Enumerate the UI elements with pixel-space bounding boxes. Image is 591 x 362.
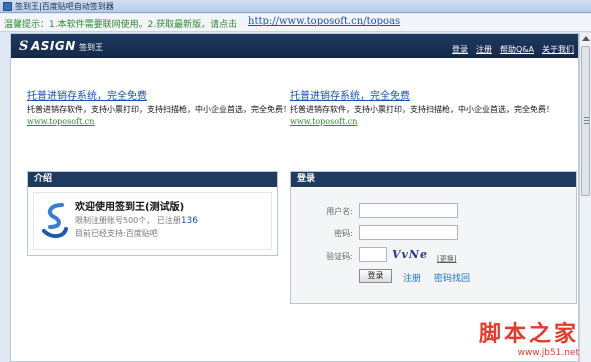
site-watermark: 脚本之家 www.jb51.net (479, 316, 579, 358)
app-icon (3, 2, 12, 11)
nav-register[interactable]: 注册 (476, 44, 492, 55)
site-header: S ASIGN 签到王 登录 注册 帮助Q&A 关于我们 (11, 34, 578, 58)
ad-title[interactable]: 托普进销存系统，完全免费 (27, 87, 287, 102)
username-input[interactable] (359, 203, 458, 218)
vertical-scrollbar[interactable] (579, 33, 591, 362)
grip-line (584, 123, 589, 124)
password-input[interactable] (359, 225, 458, 240)
main-content: S ASIGN 签到王 登录 注册 帮助Q&A 关于我们 托普进销存系统，完全免… (10, 33, 579, 362)
scrollbar-thumb[interactable] (581, 46, 590, 196)
nav-help[interactable]: 帮助Q&A (500, 44, 534, 55)
logo-swirl-icon (42, 203, 68, 238)
login-button[interactable]: 登录 (359, 269, 392, 283)
intro-panel: 介绍 欢迎使用签到王(测试版) 限制注册账号500个， 已注册136 目前已经支… (27, 171, 278, 256)
support-text: 目前已经支持:百度贴吧 (75, 229, 158, 238)
nav-about[interactable]: 关于我们 (542, 44, 574, 55)
username-label: 用户名: (326, 207, 353, 216)
watermark-title: 脚本之家 (478, 321, 579, 347)
captcha-label: 验证码: (326, 252, 353, 261)
login-panel: 登录 用户名: 密码: 验证码: VvNe [更换] 登录 注册 密码找回 (290, 171, 577, 304)
ad-block-left[interactable]: 托普进销存系统，完全免费 托普进销存软件，支持小票打印，支持扫描枪，中小企业首选… (27, 87, 291, 126)
captcha-image: VvNe (392, 248, 428, 261)
ad-url[interactable]: www.toposoft.cn (27, 117, 287, 126)
registered-count: 136 (180, 216, 199, 226)
grip-line (584, 120, 589, 121)
window-title: 签到王|百度贴吧自动签到器 (15, 2, 114, 11)
ad-description: 托普进销存软件，支持小票打印，支持扫描枪，中小企业首选，完全免费！ (27, 105, 291, 114)
nav-login[interactable]: 登录 (452, 44, 468, 55)
ad-description: 托普进销存软件，支持小票打印，支持扫描枪，中小企业首选，完全免费！ (290, 105, 554, 114)
register-link[interactable]: 注册 (403, 271, 421, 284)
notice-bar: 温馨提示：1.本软件需要联网使用。2.获取最新版，请点击 http://www.… (0, 14, 591, 32)
login-form: 用户名: 密码: 验证码: VvNe [更换] 登录 注册 密码找回 (291, 188, 576, 303)
captcha-input[interactable] (359, 247, 387, 262)
intro-panel-title: 介绍 (28, 172, 277, 187)
scroll-up-arrow-icon[interactable] (582, 36, 590, 41)
password-label: 密码: (334, 229, 353, 238)
window-titlebar: 签到王|百度贴吧自动签到器 (0, 0, 591, 13)
registered-label: 已注册 (156, 216, 181, 225)
ad-title[interactable]: 托普进销存系统，完全免费 (290, 87, 550, 102)
notice-text: 温馨提示：1.本软件需要联网使用。2.获取最新版，请点击 (4, 20, 238, 30)
logo-subtitle: 签到王 (79, 43, 103, 52)
welcome-heading: 欢迎使用签到王(测试版) (75, 202, 185, 213)
password-recovery-link[interactable]: 密码找回 (434, 271, 470, 284)
logo-mark: S (19, 39, 29, 54)
download-link[interactable]: http://www.toposoft.cn/topoas (248, 16, 400, 27)
logo-word: ASIGN (31, 39, 76, 53)
registration-limit: 限制注册账号500个， 已注册136 (75, 215, 198, 226)
refresh-captcha-link[interactable]: [更换] (437, 254, 456, 264)
limit-text: 限制注册账号500个， (75, 216, 155, 225)
ad-url[interactable]: www.toposoft.cn (290, 117, 550, 126)
grip-line (584, 117, 589, 118)
intro-box: 欢迎使用签到王(测试版) 限制注册账号500个， 已注册136 目前已经支持:百… (33, 192, 272, 250)
login-panel-title: 登录 (291, 172, 576, 187)
ad-block-right[interactable]: 托普进销存系统，完全免费 托普进销存软件，支持小票打印，支持扫描枪，中小企业首选… (290, 87, 554, 126)
top-nav: 登录 注册 帮助Q&A 关于我们 (452, 44, 574, 55)
watermark-url: www.jb51.net (517, 348, 579, 358)
